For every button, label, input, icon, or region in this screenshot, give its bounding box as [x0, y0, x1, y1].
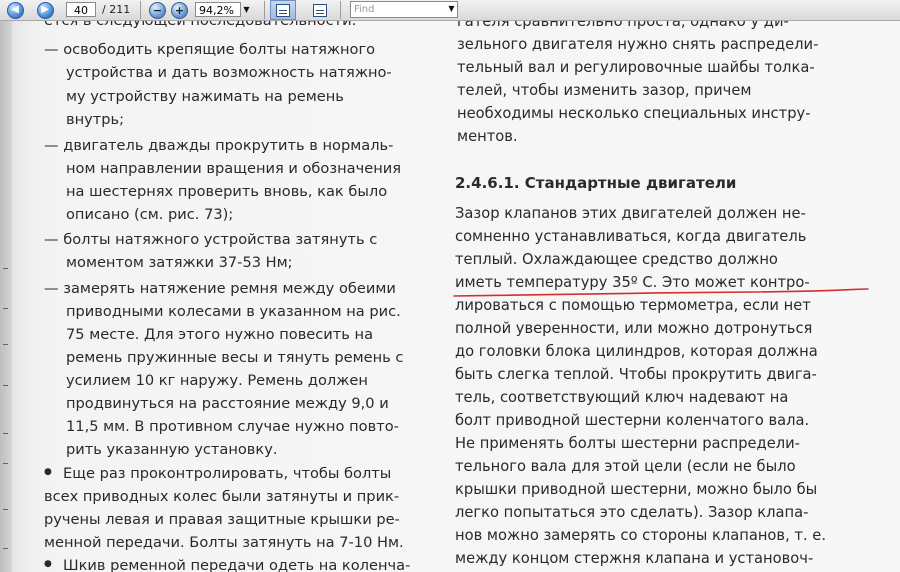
- text-line: быть слегка теплой. Чтобы прокрутить дви…: [455, 366, 817, 383]
- text-line: приводными колесами в указанном на рис.: [66, 303, 401, 320]
- text-line: нов можно замерять со стороны клапанов, …: [455, 527, 827, 544]
- section-heading: 2.4.6.1. Стандартные двигатели: [455, 174, 737, 192]
- text-line: теплый. Охлаждающее средство должно: [455, 251, 778, 268]
- text-line: болт приводной шестерни коленчатого вала…: [455, 412, 810, 429]
- bullet-icon: ●: [44, 559, 52, 569]
- text-line: менной передачи. Болты затянуть на 7-10 …: [44, 534, 404, 551]
- plus-icon: +: [174, 4, 185, 17]
- zoom-in-button[interactable]: +: [171, 2, 188, 19]
- text-line: зельного двигателя нужно снять распредел…: [457, 36, 819, 53]
- text-line: ручены левая и правая защитные крышки ре…: [44, 511, 400, 528]
- text-line: до головки блока цилиндров, которая долж…: [455, 343, 818, 360]
- previous-page-button[interactable]: ◀: [6, 1, 24, 19]
- text-line: крышки приводной шестерни, можно было бы: [455, 481, 818, 498]
- text-line: Зазор клапанов этих двигателей должен не…: [455, 205, 806, 222]
- text-line: описано (см. рис. 73);: [66, 206, 234, 223]
- chevron-down-icon: ▼: [448, 4, 455, 13]
- text-line: Шкив ременной передачи одеть на коленча-: [63, 557, 411, 572]
- text-line: — болты натяжного устройства затянуть с: [44, 231, 378, 248]
- page-total-label: / 211: [102, 3, 131, 16]
- text-line: — двигатель дважды прокрутить в нормаль-: [44, 137, 394, 154]
- zoom-out-button[interactable]: −: [149, 2, 166, 19]
- text-line: сомненно устанавливаться, когда двигател…: [455, 228, 807, 245]
- fit-page-icon: [313, 3, 327, 17]
- text-line: — замерять натяжение ремня между обеими: [44, 280, 396, 297]
- text-line: ремень пружинные весы и тянуть ремень с: [66, 349, 404, 366]
- red-underline-mark: [453, 288, 869, 297]
- text-line: рить указанную установку.: [66, 441, 278, 458]
- text-line: тельный вал и регулировочные шайбы толка…: [457, 59, 815, 76]
- text-line: ется в следующей последовательности:: [44, 21, 357, 32]
- text-line: Еще раз проконтролировать, чтобы болты: [63, 465, 392, 482]
- text-line: устройства и дать возможность натяжно-: [66, 64, 392, 81]
- next-page-button[interactable]: ▶: [36, 1, 54, 19]
- text-line: внутрь;: [66, 111, 125, 128]
- zoom-level-input[interactable]: 94,2%: [195, 2, 241, 17]
- right-arrow-icon: ▶: [36, 1, 54, 19]
- find-options-button[interactable]: ▼: [446, 2, 457, 16]
- minus-icon: −: [152, 4, 163, 17]
- left-arrow-icon: ◀: [6, 1, 24, 19]
- text-line: на шестернях проверить вновь, как было: [66, 183, 388, 200]
- text-line: ментов.: [457, 128, 518, 145]
- text-line: тель, соответствующий ключ надевают на: [455, 389, 789, 406]
- page-number-input[interactable]: 40: [66, 2, 96, 17]
- page-binding-edge: [0, 21, 12, 572]
- text-line: необходимы несколько специальных инстру-: [457, 105, 811, 122]
- text-line: гателя сравнительно проста, однако у ди-: [457, 21, 789, 30]
- toolbar-divider: [264, 1, 265, 19]
- chevron-down-icon: ▼: [243, 5, 250, 14]
- bullet-icon: ●: [44, 467, 52, 477]
- text-line: — освободить крепящие болты натяжного: [44, 41, 376, 58]
- fit-width-button[interactable]: [270, 0, 296, 20]
- text-line: ном направлении вращения и обозначения: [66, 160, 402, 177]
- fit-page-button[interactable]: [307, 0, 333, 20]
- text-line: тельного вала для этой цели (если не был…: [455, 458, 796, 475]
- text-line: 75 месте. Для этого нужно повесить на: [66, 326, 374, 343]
- document-page: ется в следующей последовательности: — о…: [0, 21, 900, 572]
- toolbar-divider: [340, 1, 341, 19]
- zoom-dropdown-button[interactable]: ▼: [241, 2, 252, 17]
- text-line: полной уверенности, или можно дотронутьс…: [455, 320, 813, 337]
- text-line: усилием 10 кг наружу. Ремень должен: [66, 372, 368, 389]
- text-line: продвинуться на расстояние между 9,0 и: [66, 395, 389, 412]
- text-line: всех приводных колес были затянуты и при…: [44, 488, 400, 505]
- find-input[interactable]: Find: [350, 1, 458, 18]
- text-line: му устройству нажимать на ремень: [66, 88, 344, 105]
- text-line: телей, чтобы изменить зазор, причем: [457, 82, 752, 99]
- toolbar-divider: [140, 1, 141, 19]
- text-line: между концом стержня клапана и установоч…: [455, 550, 814, 567]
- toolbar: ◀ ▶ 40 / 211 − + 94,2% ▼ Find ▼: [0, 0, 900, 21]
- fit-width-icon: [276, 3, 290, 17]
- text-line: Не применять болты шестерни распредели-: [455, 435, 800, 452]
- text-line: моментом затяжки 37-53 Нм;: [66, 254, 293, 271]
- text-line: 11,5 мм. В противном случае нужно повто-: [66, 418, 399, 435]
- text-line: легко попытаться это сделать). Зазор кла…: [455, 504, 809, 521]
